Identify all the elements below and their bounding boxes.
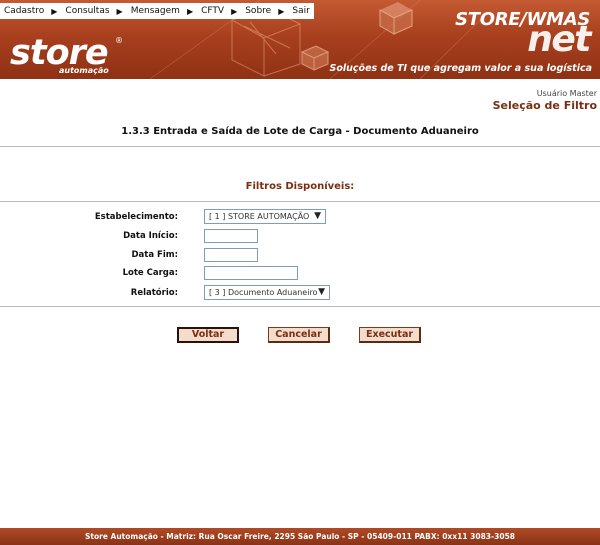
menu-arrow-icon: ▶ bbox=[186, 6, 194, 16]
page-title: Seleção de Filtro bbox=[492, 99, 597, 112]
estabelecimento-value: [ 1 ] STORE AUTOMAÇÃO bbox=[209, 212, 310, 221]
menu-item-consultas[interactable]: Consultas bbox=[65, 6, 109, 16]
menu-item-sobre[interactable]: Sobre bbox=[245, 6, 271, 16]
lote-carga-field[interactable] bbox=[204, 266, 298, 280]
executar-button[interactable]: Executar bbox=[359, 327, 421, 343]
chevron-down-icon: ▼ bbox=[318, 287, 325, 297]
header-banner: Cadastro ▶ Consultas ▶ Mensagem ▶ CFTV ▶… bbox=[0, 0, 600, 79]
menu-arrow-icon: ▶ bbox=[116, 6, 123, 16]
divider bbox=[0, 306, 600, 307]
relatorio-value: [ 3 ] Documento Aduaneiro bbox=[209, 288, 318, 297]
data-inicio-label: Data Início: bbox=[123, 231, 178, 241]
relatorio-select[interactable]: [ 3 ] Documento Aduaneiro ▼ bbox=[204, 285, 330, 300]
menu-item-mensagem[interactable]: Mensagem bbox=[131, 6, 180, 16]
cancelar-button[interactable]: Cancelar bbox=[268, 327, 330, 343]
registered-mark: ® bbox=[115, 36, 123, 45]
estabelecimento-select[interactable]: [ 1 ] STORE AUTOMAÇÃO ▼ bbox=[204, 209, 326, 224]
tagline: Soluções de TI que agregam valor a sua l… bbox=[329, 63, 592, 74]
menu-arrow-icon: ▶ bbox=[231, 6, 238, 16]
brand-net: net bbox=[527, 19, 591, 60]
data-inicio-field[interactable] bbox=[204, 229, 258, 243]
menu-arrow-icon: ▶ bbox=[278, 6, 285, 16]
estabelecimento-label: Estabelecimento: bbox=[94, 212, 178, 222]
footer: Store Automação - Matriz: Rua Oscar Frei… bbox=[0, 528, 600, 545]
relatorio-label: Relatório: bbox=[130, 288, 178, 298]
main-menu: Cadastro ▶ Consultas ▶ Mensagem ▶ CFTV ▶… bbox=[0, 3, 314, 19]
data-fim-label: Data Fim: bbox=[131, 250, 178, 260]
logo-subtitle: automação bbox=[59, 66, 109, 75]
user-name: Usuário Master bbox=[536, 89, 597, 98]
lote-carga-label: Lote Carga: bbox=[122, 268, 178, 278]
voltar-button[interactable]: Voltar bbox=[177, 327, 239, 343]
menu-item-sair[interactable]: Sair bbox=[292, 6, 309, 16]
data-fim-field[interactable] bbox=[204, 248, 258, 262]
divider bbox=[0, 146, 600, 147]
menu-item-cadastro[interactable]: Cadastro bbox=[4, 6, 44, 16]
report-title: 1.3.3 Entrada e Saída de Lote de Carga -… bbox=[121, 126, 479, 137]
divider bbox=[0, 201, 600, 202]
menu-item-cftv[interactable]: CFTV bbox=[201, 6, 224, 16]
filters-title: Filtros Disponíveis: bbox=[245, 181, 355, 192]
menu-arrow-icon: ▶ bbox=[51, 6, 58, 16]
chevron-down-icon: ▼ bbox=[314, 211, 321, 221]
